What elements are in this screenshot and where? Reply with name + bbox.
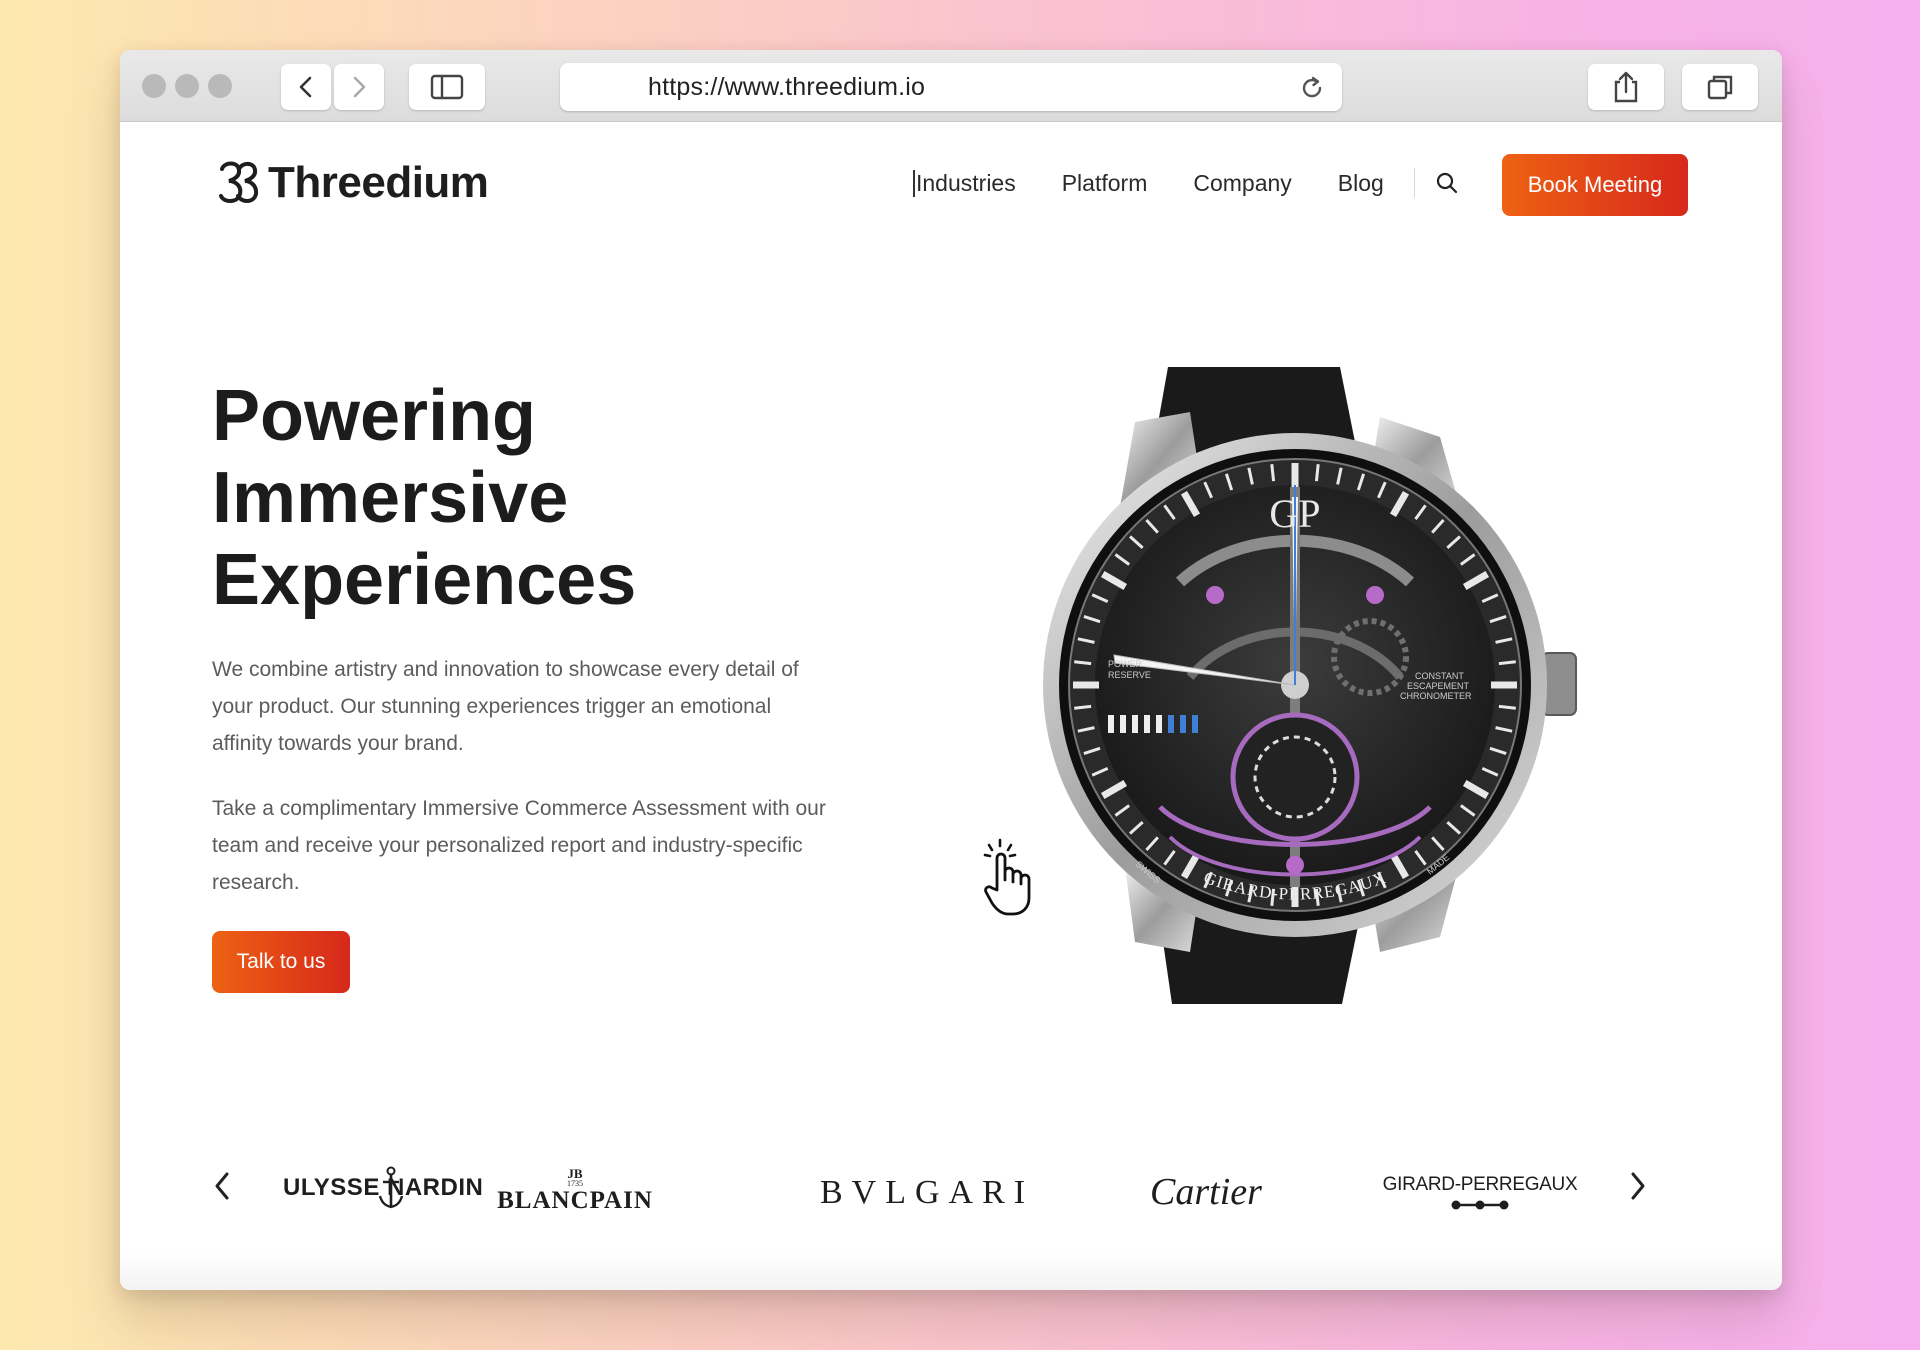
- brand-logo-blancpain: JB 1735 BLANCPAIN: [490, 1166, 660, 1214]
- address-bar[interactable]: https://www.threedium.io: [560, 63, 1342, 111]
- share-button[interactable]: [1588, 64, 1664, 110]
- forward-icon: [353, 76, 366, 98]
- watch-tick: [1498, 704, 1516, 710]
- hero-title-line: Experiences: [212, 540, 637, 620]
- watch-dial-text: CHRONOMETER: [1400, 691, 1472, 701]
- watch-dial-text: RESERVE: [1108, 670, 1151, 680]
- hero-description: We combine artistry and innovation to sh…: [212, 651, 932, 762]
- logo-text: Threedium: [268, 158, 489, 207]
- zoom-window-button[interactable]: [208, 74, 232, 98]
- nav-item-blog[interactable]: Blog: [1338, 170, 1384, 197]
- hero-title-line: Powering: [212, 376, 537, 456]
- watch-tick: [1074, 704, 1092, 710]
- search-icon: [1436, 172, 1457, 194]
- threedium-logo-icon: [219, 161, 259, 203]
- browser-window: https://www.threedium.io Threedium Indus…: [120, 50, 1782, 1290]
- hero-title: Powering Immersive Experiences: [212, 375, 832, 621]
- watch-dial-text: ESCAPEMENT: [1407, 681, 1470, 691]
- carousel-next-button[interactable]: [1626, 1168, 1650, 1204]
- nav-divider: [1413, 168, 1415, 198]
- nav-item-industries[interactable]: Industries: [913, 169, 1016, 197]
- hand-cursor-icon: [983, 838, 1031, 916]
- girard-perregaux-wordmark: GIRARD-PERREGAUX: [1382, 1174, 1578, 1195]
- watch-product-image[interactable]: GP POWER RESERVE CONSTANT ESCAPEMENT CHR…: [1040, 367, 1600, 1004]
- hero-title-line: Immersive: [212, 458, 569, 538]
- brand-logo-bvlgari: BVLGARI: [820, 1174, 1035, 1211]
- tabs-button[interactable]: [1682, 64, 1758, 110]
- nav-item-company[interactable]: Company: [1193, 170, 1291, 197]
- carousel-prev-button[interactable]: [210, 1168, 234, 1204]
- watch-dial-text: CONSTANT: [1415, 671, 1464, 681]
- tabs-icon: [1707, 75, 1733, 100]
- browser-toolbar: https://www.threedium.io: [120, 50, 1782, 122]
- watch-dial-logo: GP: [1269, 491, 1320, 536]
- close-window-button[interactable]: [142, 74, 166, 98]
- back-icon: [299, 76, 312, 98]
- forward-button[interactable]: [334, 64, 384, 110]
- hero-description-line: We combine artistry and innovation to sh…: [212, 658, 799, 681]
- talk-to-us-button[interactable]: Talk to us: [212, 931, 350, 993]
- assessment-description: Take a complimentary Immersive Commerce …: [212, 790, 932, 901]
- site-logo[interactable]: Threedium: [216, 158, 489, 208]
- search-button[interactable]: [1435, 171, 1459, 195]
- watch-dial-text: POWER: [1108, 659, 1143, 669]
- hero-description-line: affinity towards your brand.: [212, 732, 464, 755]
- blancpain-wordmark: BLANCPAIN: [497, 1187, 653, 1214]
- watch-tick: [1270, 464, 1276, 482]
- bottom-fade: [120, 1250, 1782, 1290]
- url-text: https://www.threedium.io: [648, 73, 926, 101]
- minimize-window-button[interactable]: [175, 74, 199, 98]
- book-meeting-button[interactable]: Book Meeting: [1502, 154, 1688, 216]
- brand-logo-cartier: Cartier: [1150, 1171, 1262, 1213]
- brand-logo-girard-perregaux: GIRARD-PERREGAUX: [1375, 1174, 1585, 1215]
- sidebar-icon: [430, 74, 464, 100]
- watch-tick: [1074, 660, 1092, 666]
- blancpain-mark: JB: [567, 1166, 583, 1181]
- girard-perregaux-emblem-icon: [1451, 1200, 1509, 1210]
- assessment-description-line: research.: [212, 871, 300, 894]
- assessment-description-line: Take a complimentary Immersive Commerce …: [212, 797, 826, 820]
- hero-description-line: your product. Our stunning experiences t…: [212, 695, 772, 718]
- main-nav: Industries Platform Company Blog: [913, 168, 1485, 198]
- assessment-description-line: team and receive your personalized repor…: [212, 834, 803, 857]
- anchor-icon: [378, 1166, 404, 1209]
- watch-tick: [1314, 464, 1320, 482]
- sidebar-toggle-button[interactable]: [409, 64, 485, 110]
- watch-tick: [1498, 660, 1516, 666]
- back-button[interactable]: [281, 64, 331, 110]
- reload-icon[interactable]: [1298, 74, 1326, 102]
- share-icon: [1614, 71, 1638, 103]
- nav-item-platform[interactable]: Platform: [1062, 170, 1148, 197]
- watch-crown: [1541, 652, 1577, 716]
